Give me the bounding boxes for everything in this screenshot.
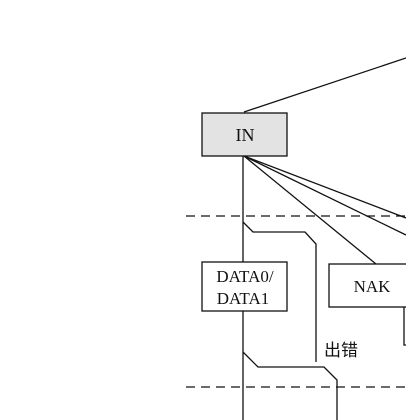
in-token-label: IN [236, 125, 255, 145]
nak-handshake-label: NAK [354, 277, 392, 296]
in-to-right-line-a [243, 155, 406, 219]
error-annotation: 出错 [324, 341, 358, 360]
data-packet-node: DATA0/ DATA1 [201, 261, 288, 312]
nak-handshake-node: NAK [328, 263, 406, 308]
connectors [242, 57, 406, 420]
in-token-node: IN [201, 112, 288, 157]
data-packet-label-line2: DATA1 [217, 289, 269, 308]
incoming-line [243, 57, 406, 113]
data-path-lower [242, 351, 338, 420]
usb-token-flow-diagram: IN DATA0/ DATA1 NAK 出错 [0, 0, 406, 420]
diagram-canvas: IN DATA0/ DATA1 NAK 出错 [186, 57, 406, 420]
in-to-right-line-b [243, 155, 406, 236]
data-packet-label-line1: DATA0/ [216, 267, 273, 286]
